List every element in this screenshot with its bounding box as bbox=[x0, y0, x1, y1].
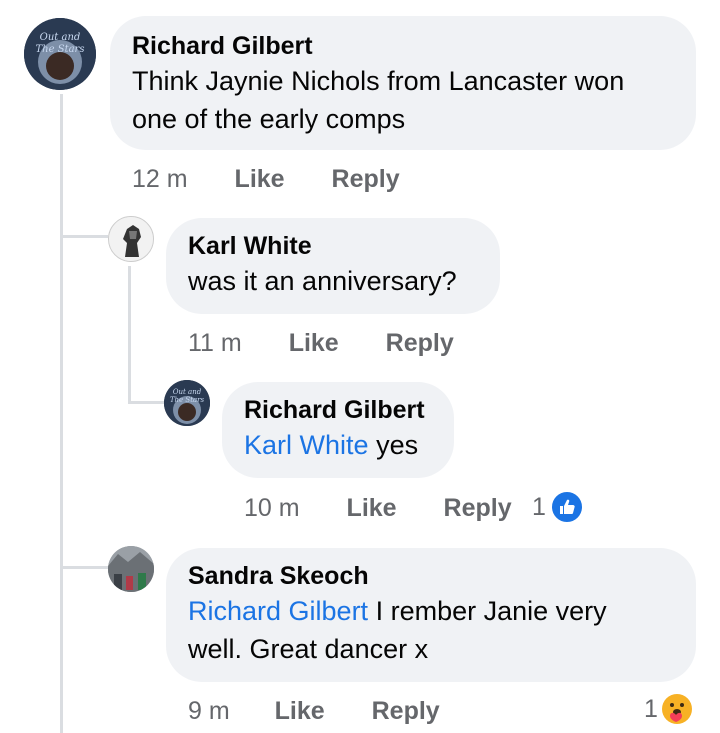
comment-time[interactable]: 12 m bbox=[132, 162, 188, 196]
reply-button[interactable]: Reply bbox=[332, 162, 400, 196]
mention-link[interactable]: Richard Gilbert bbox=[188, 596, 368, 626]
reply-button[interactable]: Reply bbox=[444, 491, 512, 525]
comment-author[interactable]: Richard Gilbert bbox=[244, 394, 432, 426]
thread-line-branch-richard2 bbox=[128, 401, 166, 404]
reaction-summary[interactable]: 1 bbox=[644, 692, 692, 726]
comment-time[interactable]: 9 m bbox=[188, 694, 230, 728]
profile-logo-icon: Out and The Stars bbox=[164, 380, 210, 426]
comment-text: well. Great dancer x bbox=[188, 634, 429, 664]
comment-time[interactable]: 11 m bbox=[188, 326, 242, 360]
thread-line-branch-sandra bbox=[60, 566, 108, 569]
comment-text: was it an anniversary? bbox=[188, 266, 457, 296]
comment-actions: 11 m Like Reply bbox=[188, 326, 454, 360]
thread-line-karl bbox=[128, 266, 131, 404]
thread-line-main bbox=[60, 94, 63, 733]
like-icon bbox=[549, 490, 584, 524]
avatar[interactable] bbox=[108, 216, 154, 262]
comment-author[interactable]: Richard Gilbert bbox=[132, 30, 674, 62]
profile-silhouette-icon bbox=[109, 217, 153, 261]
svg-text:The Stars: The Stars bbox=[170, 396, 205, 404]
svg-text:Out and: Out and bbox=[40, 32, 81, 43]
reaction-summary[interactable]: 1 bbox=[532, 490, 584, 524]
comment-text-body: yes bbox=[376, 430, 419, 460]
like-button[interactable]: Like bbox=[275, 694, 325, 728]
comment-bubble: Karl White was it an anniversary? bbox=[166, 218, 500, 314]
like-button[interactable]: Like bbox=[289, 326, 339, 360]
comment-text-line1: I rember Janie very bbox=[375, 596, 607, 626]
svg-text:Out and: Out and bbox=[173, 388, 202, 396]
comment-author[interactable]: Sandra Skeoch bbox=[188, 560, 674, 592]
thread-line-branch-karl bbox=[60, 235, 108, 238]
reaction-count: 1 bbox=[532, 493, 546, 521]
comment-bubble: Richard Gilbert Karl White yes bbox=[222, 382, 454, 478]
comment-bubble: Sandra Skeoch Richard Gilbert I rember J… bbox=[166, 548, 696, 682]
svg-text:The Stars: The Stars bbox=[36, 44, 85, 55]
reply-button[interactable]: Reply bbox=[372, 694, 440, 728]
avatar[interactable] bbox=[108, 546, 154, 592]
avatar[interactable]: Out and The Stars bbox=[24, 18, 96, 90]
mention-link[interactable]: Karl White bbox=[244, 430, 369, 460]
comment-actions: 9 m Like Reply bbox=[188, 694, 440, 728]
comment-text: Think Jaynie Nichols from Lancaster won … bbox=[132, 66, 625, 134]
like-button[interactable]: Like bbox=[347, 491, 397, 525]
like-button[interactable]: Like bbox=[235, 162, 285, 196]
reply-button[interactable]: Reply bbox=[386, 326, 454, 360]
care-icon bbox=[661, 694, 692, 724]
comment-author[interactable]: Karl White bbox=[188, 230, 478, 262]
avatar[interactable]: Out and The Stars bbox=[164, 380, 210, 426]
profile-logo-icon: Out and The Stars bbox=[24, 18, 96, 90]
reaction-count: 1 bbox=[644, 695, 658, 723]
comment-actions: 10 m Like Reply bbox=[244, 491, 512, 525]
comment-bubble: Richard Gilbert Think Jaynie Nichols fro… bbox=[110, 16, 696, 150]
comment-actions: 12 m Like Reply bbox=[132, 162, 400, 196]
comment-text: Karl White yes bbox=[244, 426, 432, 464]
comment-text: Richard Gilbert I rember Janie very bbox=[188, 592, 674, 630]
comment-time[interactable]: 10 m bbox=[244, 491, 300, 525]
profile-photo-icon bbox=[108, 546, 154, 592]
